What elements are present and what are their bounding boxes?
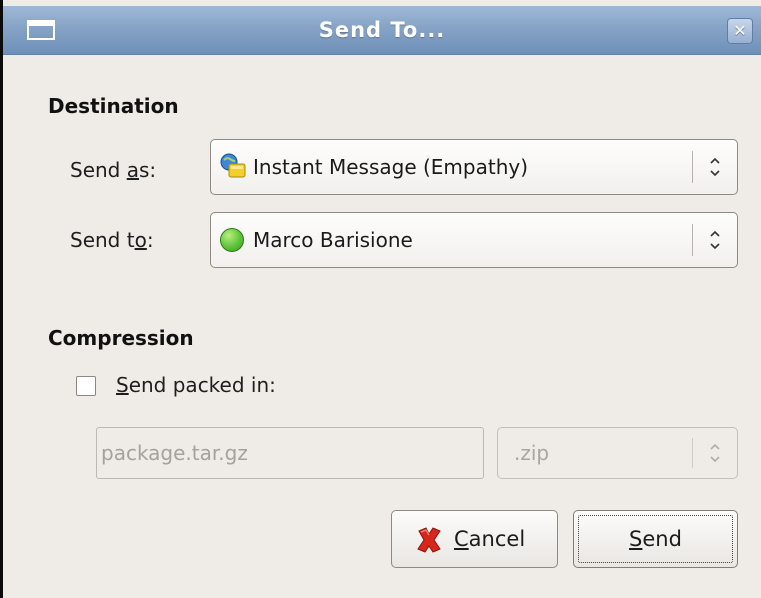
send-to-value: Marco Barisione xyxy=(253,228,413,252)
send-as-label: Send as: xyxy=(70,158,156,182)
close-button[interactable]: ✕ xyxy=(727,18,753,44)
send-as-label-text: Send xyxy=(70,158,127,182)
send-packed-label[interactable]: Send packed in: xyxy=(116,373,276,397)
close-icon: ✕ xyxy=(733,21,747,40)
send-as-label-suffix: s: xyxy=(139,158,157,182)
send-label-text: end xyxy=(642,527,682,551)
send-packed-label-text: end packed in: xyxy=(128,373,276,397)
package-filename-field[interactable] xyxy=(96,427,484,479)
combo-arrows-icon xyxy=(710,230,720,250)
send-packed-checkbox[interactable] xyxy=(76,376,96,396)
combo-arrows-icon xyxy=(710,157,720,177)
send-to-label-mnemonic: o xyxy=(134,228,147,252)
window-title: Send To... xyxy=(318,18,446,42)
cancel-button-label: Cancel xyxy=(454,511,525,567)
destination-heading: Destination xyxy=(48,94,179,118)
send-as-combo[interactable]: Instant Message (Empathy) xyxy=(210,139,738,195)
status-available-icon xyxy=(220,228,244,252)
compression-format-combo[interactable]: .zip xyxy=(497,427,738,479)
send-to-label: Send to: xyxy=(70,228,154,252)
cancel-label-text: ancel xyxy=(468,527,526,551)
send-as-value: Instant Message (Empathy) xyxy=(253,155,529,179)
window-left-edge xyxy=(0,0,3,598)
cancel-button[interactable]: Cancel xyxy=(391,510,558,568)
send-mnemonic: S xyxy=(629,527,643,551)
cancel-mnemonic: C xyxy=(454,527,469,551)
compression-format-value: .zip xyxy=(514,441,550,465)
titlebar[interactable]: Send To... ✕ xyxy=(3,6,761,55)
send-as-label-mnemonic: a xyxy=(126,158,139,182)
send-to-combo[interactable]: Marco Barisione xyxy=(210,212,738,268)
send-to-dialog: Send To... ✕ Destination Send as: Instan… xyxy=(0,0,761,598)
combo-arrows-icon xyxy=(710,443,720,463)
package-filename-input[interactable] xyxy=(101,430,475,476)
instant-message-icon xyxy=(220,153,246,178)
send-to-label-text: Send t xyxy=(70,228,135,252)
send-button[interactable]: Send xyxy=(573,510,738,568)
send-packed-label-mnemonic: S xyxy=(116,373,129,397)
send-to-label-suffix: : xyxy=(146,228,154,252)
send-button-label: Send xyxy=(574,511,737,567)
cancel-icon xyxy=(417,527,441,553)
compression-heading: Compression xyxy=(48,326,194,350)
